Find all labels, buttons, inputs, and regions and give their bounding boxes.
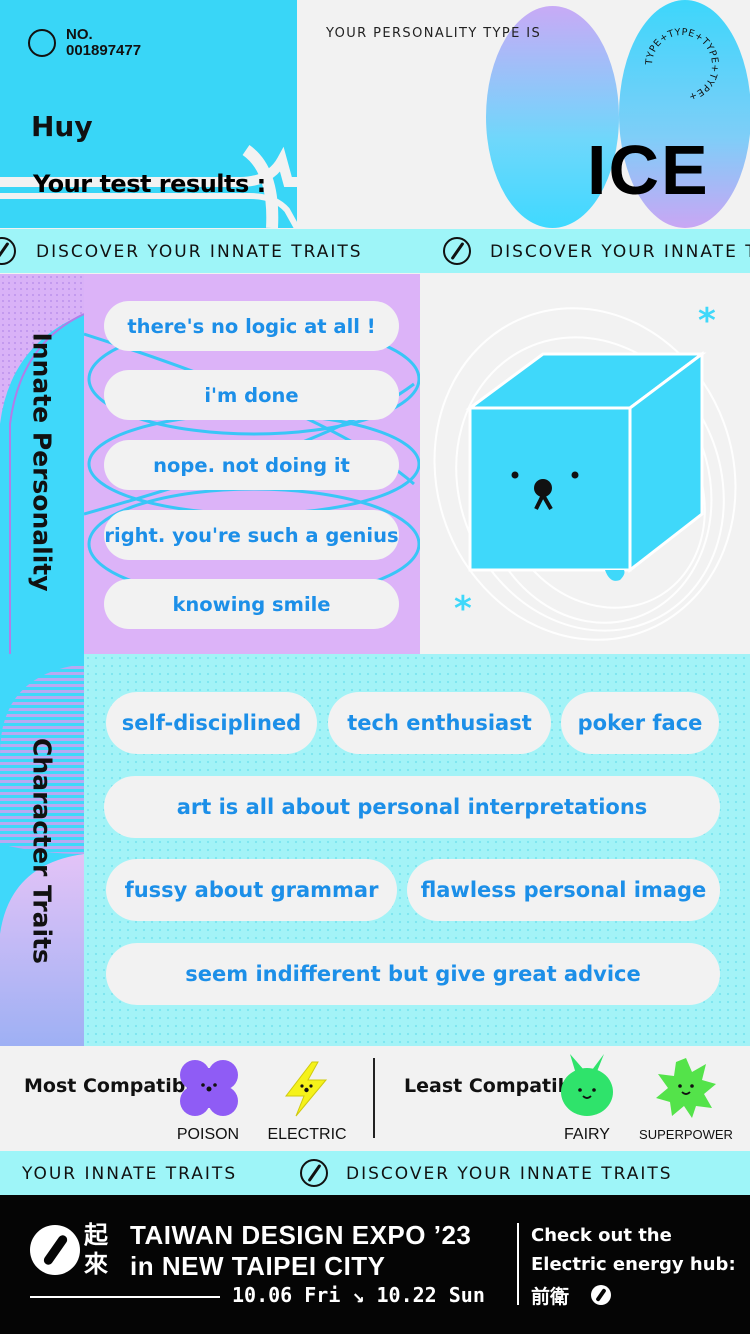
expo-dates: 10.06 Fri ↘ 10.22 Sun: [232, 1283, 485, 1307]
fairy-label: FAIRY: [564, 1126, 610, 1143]
type-ring-badge: TYPE+TYPE+TYPE+TYPE+: [644, 27, 720, 102]
slash-circle-icon: [300, 1159, 328, 1187]
header-right-panel: YOUR PERSONALITY TYPE IS TYPE+TYPE+TYPE+…: [297, 0, 750, 228]
innate-item: right. you're such a genius: [104, 510, 399, 560]
header-left-panel: NO. 001897477 Huy Your test results :: [0, 0, 297, 228]
expo-title-line1: TAIWAN DESIGN EXPO ’23: [130, 1220, 472, 1250]
expo-title-line2: in NEW TAIPEI CITY: [130, 1251, 386, 1281]
marquee-bottom: YOUR INNATE TRAITS DISCOVER YOUR INNATE …: [0, 1151, 750, 1195]
footer-rule: [30, 1296, 220, 1298]
trait-item: seem indifferent but give great advice: [106, 943, 720, 1005]
compatibility-section: Most Compatible POISON ELECTRIC Least Co…: [0, 1046, 750, 1151]
superpower-burst-icon: [656, 1058, 716, 1118]
expo-logo-text: 起來: [84, 1221, 108, 1278]
innate-item: there's no logic at all !: [104, 301, 399, 351]
trait-item: poker face: [561, 692, 719, 754]
poison-creature-icon: [180, 1060, 238, 1116]
slash-circle-icon: [443, 237, 471, 265]
poison-label: POISON: [176, 1126, 240, 1143]
compat-divider: [373, 1058, 375, 1138]
svg-text:*: *: [454, 589, 472, 629]
slash-circle-icon: [0, 237, 16, 265]
character-bubbles-panel: self-disciplined tech enthusiast poker f…: [84, 654, 750, 1046]
expo-logo-icon: [30, 1225, 80, 1275]
innate-item: nope. not doing it: [104, 440, 399, 490]
ice-cube-illustration: * *: [420, 274, 750, 654]
electric-bolt-icon: [284, 1061, 328, 1117]
innate-item: knowing smile: [104, 579, 399, 629]
trait-item: tech enthusiast: [328, 692, 551, 754]
svg-text:TYPE+TYPE+TYPE+TYPE+: TYPE+TYPE+TYPE+TYPE+: [644, 27, 720, 102]
footer-banner: 起來 TAIWAN DESIGN EXPO ’23 in NEW TAIPEI …: [0, 1195, 750, 1334]
checkout-line2: Electric energy hub:: [531, 1254, 736, 1275]
character-title: Character Traits: [27, 738, 57, 964]
ice-cube-icon: * *: [433, 301, 737, 641]
innate-item: i'm done: [104, 370, 399, 420]
footer-divider: [517, 1223, 519, 1305]
trait-item: flawless personal image: [407, 859, 720, 921]
svg-text:*: *: [698, 301, 716, 341]
result-card: NO. 001897477 Huy Your test results : YO…: [0, 0, 750, 1334]
checkout-line1: Check out the: [531, 1225, 672, 1246]
expo-title: TAIWAN DESIGN EXPO ’23 in NEW TAIPEI CIT…: [130, 1220, 471, 1282]
superpower-label: SUPERPOWER: [639, 1127, 733, 1142]
fairy-creature-icon: [561, 1054, 613, 1116]
trait-item: art is all about personal interpretation…: [104, 776, 720, 838]
trait-item: self-disciplined: [106, 692, 317, 754]
marquee-top: DISCOVER YOUR INNATE TRAITS DISCOVER YOU…: [0, 229, 750, 273]
marquee-text: YOUR INNATE TRAITS: [22, 1164, 238, 1184]
marquee-text: DISCOVER YOUR INNATE TRAITS: [36, 242, 363, 262]
results-heading: Your test results :: [33, 170, 266, 198]
personality-type: ICE: [587, 131, 710, 209]
electric-label: ELECTRIC: [267, 1126, 347, 1143]
trait-item: fussy about grammar: [106, 859, 397, 921]
checkout-text[interactable]: Check out the Electric energy hub:: [531, 1221, 736, 1279]
innate-bubbles-panel: there's no logic at all ! i'm done nope.…: [84, 274, 420, 654]
type-label: YOUR PERSONALITY TYPE IS: [326, 26, 542, 41]
marquee-text: DISCOVER YOUR INNATE TRAITS: [490, 242, 750, 262]
marquee-text: DISCOVER YOUR INNATE TRAITS: [346, 1164, 673, 1184]
brand-logo-icon: [591, 1285, 611, 1305]
brand-name[interactable]: 前衛: [531, 1282, 569, 1309]
innate-title: Innate Personality: [27, 332, 57, 592]
